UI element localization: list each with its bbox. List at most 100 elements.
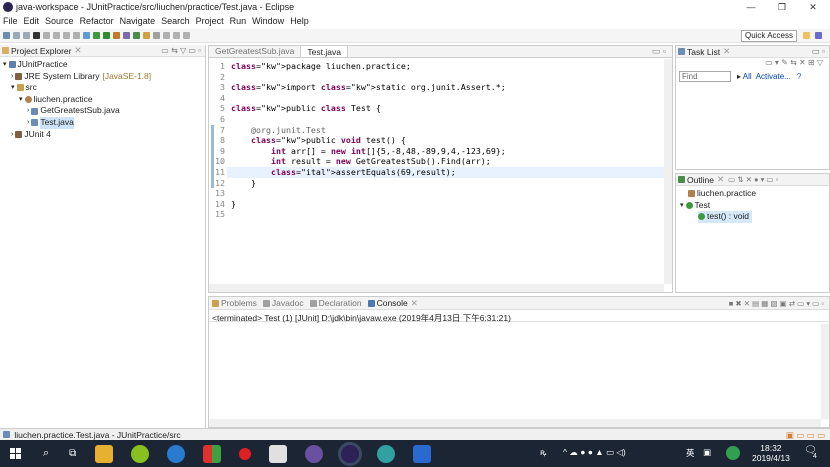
suspend-icon[interactable] bbox=[63, 32, 70, 39]
chevron-down-icon[interactable]: ▾ bbox=[11, 82, 15, 94]
ime-indicator[interactable]: 英 bbox=[686, 447, 695, 459]
qq-browser-icon[interactable] bbox=[167, 444, 186, 463]
minimize-button[interactable]: — bbox=[736, 0, 766, 14]
back-icon[interactable] bbox=[173, 32, 180, 39]
view-minmax-icon[interactable]: ▭ ▫ bbox=[812, 46, 825, 57]
tab-javadoc[interactable]: Javadoc bbox=[272, 298, 304, 308]
menu-source[interactable]: Source bbox=[45, 16, 74, 26]
code-line[interactable]: } bbox=[231, 178, 256, 188]
code-line[interactable]: class="kw">public class Test { bbox=[231, 103, 381, 113]
editor-vertical-scrollbar[interactable] bbox=[664, 59, 672, 284]
code-line[interactable]: class="kw">package liuchen.practice; bbox=[231, 61, 411, 71]
windows-start-icon[interactable] bbox=[10, 448, 21, 459]
chevron-right-icon[interactable]: › bbox=[11, 71, 13, 83]
tab-test-java[interactable]: Test.java bbox=[300, 45, 348, 57]
code-line[interactable]: class="kw">import class="kw">static org.… bbox=[231, 82, 506, 92]
open-type-icon[interactable] bbox=[143, 32, 150, 39]
terminate-icon[interactable] bbox=[73, 32, 80, 39]
print-icon[interactable] bbox=[23, 32, 30, 39]
word-icon[interactable] bbox=[413, 444, 432, 463]
chevron-down-icon[interactable]: ▾ bbox=[3, 59, 7, 71]
close-view-icon[interactable]: ✕ bbox=[723, 46, 730, 57]
outline-title[interactable]: Outline bbox=[687, 175, 714, 185]
menu-help[interactable]: Help bbox=[290, 16, 309, 26]
tree-item-getgreatestsub[interactable]: › GetGreatestSub.java bbox=[0, 105, 205, 117]
new-java-project-icon[interactable] bbox=[123, 32, 130, 39]
code-line[interactable]: } bbox=[231, 199, 236, 209]
eclipse-taskbar-icon[interactable] bbox=[305, 444, 324, 463]
console-toolbar[interactable]: ■ ✖ ✕ ▤ ▦ ▧ ▣ ⇄ ▭ ▾ ▭ ▫ bbox=[729, 299, 824, 308]
outline-item-method[interactable]: test() : void bbox=[676, 211, 829, 223]
external-tools-icon[interactable] bbox=[113, 32, 120, 39]
tray-icons[interactable]: ^ ☁ ● ● ▲ ▭ ◁) bbox=[563, 447, 626, 458]
close-button[interactable]: ✕ bbox=[798, 0, 828, 14]
menu-search[interactable]: Search bbox=[161, 16, 190, 26]
search-icon[interactable] bbox=[153, 32, 160, 39]
code-line[interactable]: int arr[] = new int[]{5,-8,48,-89,9,4,-1… bbox=[231, 146, 506, 156]
menu-window[interactable]: Window bbox=[252, 16, 284, 26]
people-icon[interactable]: ꝶ bbox=[540, 447, 546, 458]
code-line[interactable]: int result = new GetGreatestSub().Find(a… bbox=[231, 156, 491, 166]
help-icon[interactable]: ? bbox=[797, 72, 801, 81]
chevron-down-icon[interactable]: ▾ bbox=[19, 94, 23, 106]
menu-file[interactable]: File bbox=[3, 16, 18, 26]
menu-run[interactable]: Run bbox=[230, 16, 247, 26]
new-icon[interactable] bbox=[3, 32, 10, 39]
run-icon[interactable] bbox=[103, 32, 110, 39]
tab-problems[interactable]: Problems bbox=[221, 298, 257, 308]
tree-item-jre[interactable]: › JRE System Library [JavaSE-1.8] bbox=[0, 71, 205, 83]
file-explorer-icon[interactable] bbox=[95, 444, 114, 463]
keyboard-icon[interactable]: ▣ bbox=[703, 447, 711, 458]
chevron-right-icon[interactable]: › bbox=[27, 117, 29, 129]
close-view-icon[interactable]: ✕ bbox=[411, 298, 418, 309]
chevron-down-icon[interactable]: ▾ bbox=[680, 200, 684, 212]
code-line[interactable]: class="ital">assertEquals(69,result); bbox=[231, 167, 456, 177]
task-list-title[interactable]: Task List bbox=[687, 47, 720, 57]
tab-getgreatestsub[interactable]: GetGreatestSub.java bbox=[209, 45, 300, 57]
tab-console[interactable]: Console bbox=[377, 298, 408, 308]
menu-navigate[interactable]: Navigate bbox=[120, 16, 156, 26]
app-icon[interactable] bbox=[239, 447, 252, 460]
debug-icon[interactable] bbox=[33, 32, 40, 39]
notepad-icon[interactable] bbox=[269, 444, 288, 463]
menu-edit[interactable]: Edit bbox=[24, 16, 40, 26]
search-icon[interactable]: ⌕ bbox=[43, 447, 49, 460]
tree-item-package[interactable]: ▾ liuchen.practice bbox=[0, 94, 205, 106]
code-area[interactable]: 1 class="kw">package liuchen.practice; 2 3 c… bbox=[209, 59, 664, 284]
menu-project[interactable]: Project bbox=[196, 16, 224, 26]
task-all-link[interactable]: ▸ All bbox=[737, 72, 752, 81]
chevron-right-icon[interactable]: › bbox=[11, 129, 13, 141]
resume-icon[interactable] bbox=[53, 32, 60, 39]
save-icon[interactable] bbox=[13, 32, 20, 39]
browser-icon[interactable] bbox=[131, 444, 150, 463]
editor-minmax-icon[interactable]: ▭ ▫ bbox=[652, 46, 666, 57]
task-view-icon[interactable]: ⧉ bbox=[69, 448, 76, 459]
outline-toolbar[interactable]: ▭ ⇅ ✕ ● ▾ ▭ ▫ bbox=[728, 175, 778, 184]
app-tray-icon[interactable] bbox=[726, 446, 740, 460]
outline-item-class[interactable]: ▾ Test bbox=[676, 200, 829, 212]
console-horizontal-scrollbar[interactable] bbox=[209, 419, 821, 427]
tree-item-test-java[interactable]: › Test.java bbox=[0, 116, 205, 129]
close-view-icon[interactable]: ✕ bbox=[717, 174, 724, 185]
console-vertical-scrollbar[interactable] bbox=[821, 324, 829, 419]
forward-icon[interactable] bbox=[183, 32, 190, 39]
java-perspective-icon[interactable] bbox=[815, 32, 822, 39]
task-list-toolbar[interactable]: ▭ ▾ ✎ ⇆ ✕ ⊞ ▽ bbox=[676, 58, 829, 70]
editor-horizontal-scrollbar[interactable] bbox=[209, 284, 664, 292]
maximize-button[interactable]: ❐ bbox=[767, 0, 797, 14]
clock[interactable]: 18:32 2019/4/13 bbox=[752, 443, 790, 463]
open-perspective-icon[interactable] bbox=[803, 32, 810, 39]
view-menu-icon[interactable]: ▭ ⇆ ▽ ▭ ▫ bbox=[161, 46, 201, 55]
tab-declaration[interactable]: Declaration bbox=[319, 298, 362, 308]
annotation-next-icon[interactable] bbox=[163, 32, 170, 39]
task-activate-link[interactable]: Activate... bbox=[756, 72, 791, 81]
tree-item-src[interactable]: ▾ src bbox=[0, 82, 205, 94]
app-teal-icon[interactable] bbox=[377, 444, 396, 463]
project-explorer-title[interactable]: Project Explorer bbox=[11, 46, 71, 56]
code-line[interactable]: @org.junit.Test bbox=[231, 125, 326, 135]
coverage-icon[interactable] bbox=[83, 32, 90, 39]
new-class-icon[interactable] bbox=[133, 32, 140, 39]
task-find-input[interactable]: Find bbox=[679, 70, 731, 82]
tree-item-junit[interactable]: › JUnit 4 bbox=[0, 129, 205, 141]
debug-run-icon[interactable] bbox=[93, 32, 100, 39]
